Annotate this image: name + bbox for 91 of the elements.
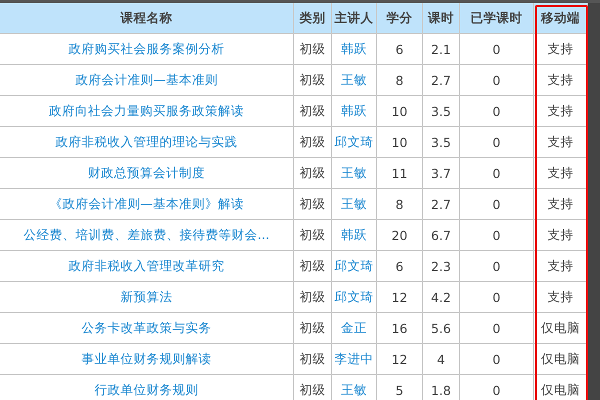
- table-cell: 2.3: [431, 258, 451, 274]
- table-cell: 5: [396, 382, 404, 398]
- table-cell: 0: [492, 382, 500, 398]
- table-cell: 支持: [548, 102, 574, 120]
- table-cell: 12: [392, 290, 408, 304]
- table-cell: 支持: [548, 164, 574, 182]
- table-cell: 仅电脑: [541, 320, 580, 336]
- course-title-link[interactable]: 政府非税收入管理的理论与实践: [56, 134, 238, 150]
- table-cell: 0: [492, 72, 500, 88]
- table-cell: 初级: [300, 102, 326, 120]
- table-cell: 0: [492, 104, 500, 118]
- table-cell: 4.2: [431, 290, 451, 304]
- table-cell: 3.5: [431, 104, 451, 118]
- lecturer-link[interactable]: 王敏: [341, 164, 367, 182]
- lecturer-link[interactable]: 邱文琦: [334, 134, 374, 150]
- table-cell: 5.6: [431, 320, 451, 336]
- column-header: 已学课时: [460, 3, 534, 34]
- lecturer-link[interactable]: 韩跃: [341, 102, 367, 120]
- table-cell: 初级: [300, 40, 326, 58]
- table-cell: 初级: [300, 72, 326, 88]
- table-cell: 12: [392, 352, 408, 366]
- table-cell: 10: [392, 104, 408, 118]
- table-cell: 仅电脑: [541, 382, 580, 398]
- table-cell: 2.1: [431, 42, 451, 56]
- table-cell: 0: [492, 290, 500, 304]
- table-cell: 1.8: [431, 382, 451, 398]
- table-cell: 支持: [548, 72, 574, 88]
- course-title-link[interactable]: 财政总预算会计制度: [88, 164, 205, 182]
- course-title-link[interactable]: 政府非税收入管理改革研究: [68, 258, 224, 274]
- table-cell: 初级: [300, 226, 326, 244]
- table-cell: 支持: [548, 258, 574, 274]
- lecturer-link[interactable]: 韩跃: [341, 226, 367, 244]
- table-cell: 6: [396, 42, 404, 56]
- table-cell: 0: [492, 352, 500, 366]
- table-cell: 0: [492, 166, 500, 180]
- course-title-link[interactable]: 政府向社会力量购买服务政策解读: [49, 102, 244, 120]
- table-cell: 2.7: [431, 196, 451, 212]
- table-cell: 支持: [548, 196, 574, 212]
- table-cell: 初级: [300, 164, 326, 182]
- lecturer-link[interactable]: 李进中: [334, 350, 374, 368]
- table-cell: 8: [396, 196, 404, 212]
- table-cell: 0: [492, 42, 500, 56]
- table-cell: 2.7: [431, 72, 451, 88]
- table-cell: 20: [392, 228, 408, 242]
- column-header: 课程名称: [0, 3, 294, 34]
- table-cell: 6.7: [431, 228, 451, 242]
- table-cell: 3.7: [431, 166, 451, 180]
- table-cell: 初级: [300, 382, 326, 398]
- table-cell: 初级: [300, 350, 326, 368]
- table-cell: 支持: [548, 226, 574, 244]
- table-cell: 0: [492, 134, 500, 150]
- course-title-link[interactable]: 事业单位财务规则解读: [82, 350, 212, 368]
- table-cell: 支持: [548, 288, 574, 306]
- course-title-link[interactable]: 公务卡改革政策与实务: [82, 320, 212, 336]
- lecturer-link[interactable]: 韩跃: [341, 40, 367, 58]
- table-cell: 10: [392, 134, 408, 150]
- table-cell: 0: [492, 228, 500, 242]
- course-title-link[interactable]: 政府会计准则—基本准则: [75, 72, 218, 88]
- table-cell: 8: [396, 72, 404, 88]
- lecturer-link[interactable]: 王敏: [341, 72, 367, 88]
- lecturer-link[interactable]: 金正: [341, 320, 367, 336]
- lecturer-link[interactable]: 王敏: [341, 196, 367, 212]
- table-cell: 支持: [548, 40, 574, 58]
- table-cell: 0: [492, 196, 500, 212]
- course-title-link[interactable]: 政府购买社会服务案例分析: [68, 40, 224, 58]
- column-header: 课时: [423, 3, 460, 34]
- scrollbar[interactable]: [588, 3, 600, 400]
- course-title-link[interactable]: 新预算法: [120, 288, 172, 306]
- course-title-link[interactable]: 行政单位财务规则: [94, 382, 198, 398]
- column-header: 学分: [377, 3, 423, 34]
- table-cell: 4: [437, 352, 445, 366]
- table-cell: 仅电脑: [541, 350, 580, 368]
- table-cell: 3.5: [431, 134, 451, 150]
- lecturer-link[interactable]: 王敏: [341, 382, 367, 398]
- column-header: 类别: [294, 3, 332, 34]
- column-header: 主讲人: [332, 3, 377, 34]
- lecturer-link[interactable]: 邱文琦: [334, 288, 374, 306]
- table-cell: 0: [492, 258, 500, 274]
- table-cell: 支持: [548, 134, 574, 150]
- table-cell: 11: [392, 166, 408, 180]
- table-cell: 初级: [300, 258, 326, 274]
- course-title-link[interactable]: 《政府会计准则—基本准则》解读: [49, 196, 244, 212]
- table-cell: 初级: [300, 320, 326, 336]
- table-cell: 初级: [300, 134, 326, 150]
- lecturer-link[interactable]: 邱文琦: [334, 258, 374, 274]
- table-cell: 6: [396, 258, 404, 274]
- course-title-link[interactable]: 公经费、培训费、差旅费、接待费等财会...: [24, 226, 270, 244]
- table-cell: 初级: [300, 196, 326, 212]
- table-cell: 初级: [300, 288, 326, 306]
- table-cell: 16: [392, 320, 408, 336]
- table-cell: 0: [492, 320, 500, 336]
